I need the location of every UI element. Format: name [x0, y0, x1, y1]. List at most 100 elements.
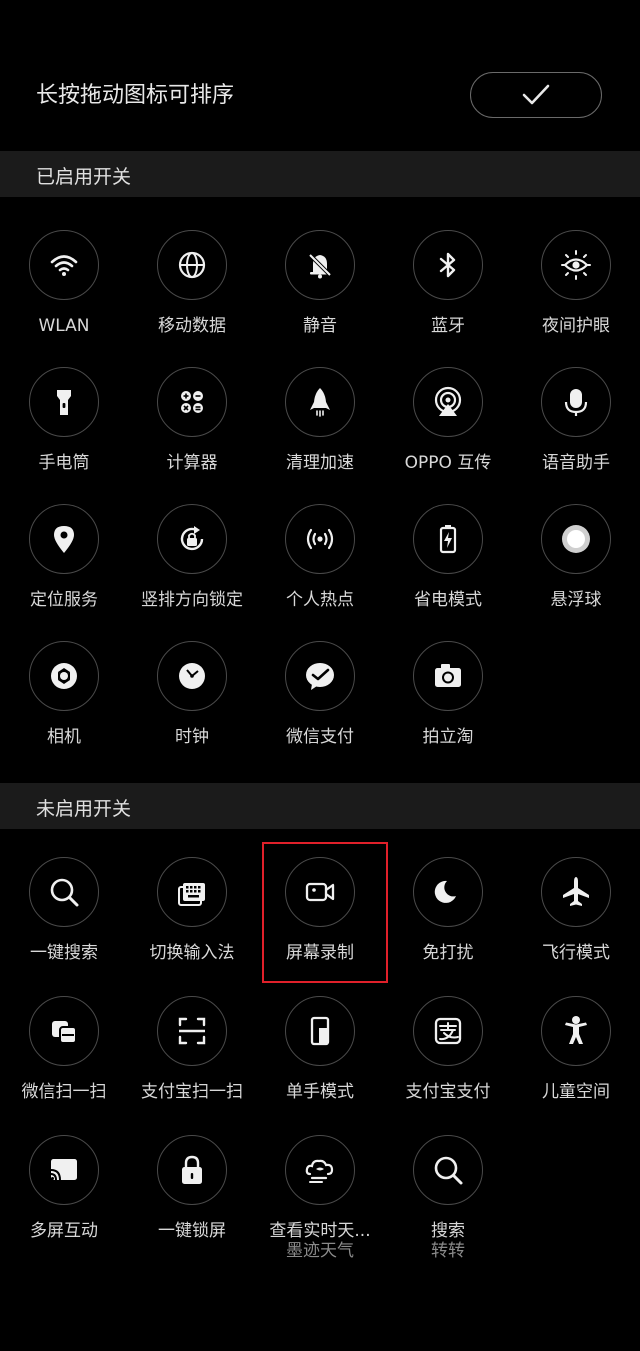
tile-label-text: 个人热点 [286, 590, 354, 610]
tile-label-text: 搜索 [431, 1221, 465, 1241]
cast-screen-icon [50, 1159, 77, 1181]
alipay-icon [434, 1017, 462, 1045]
keyboard-icon [178, 883, 205, 906]
tile-label-text: 微信支付 [286, 727, 354, 747]
tile-label: 一键锁屏 [128, 1221, 256, 1241]
tile-label-text: OPPO 互传 [404, 453, 492, 473]
tile-label: 一键搜索 [0, 943, 128, 963]
tile-label: 夜间护眼 [512, 316, 640, 336]
toggle-button[interactable] [285, 1135, 355, 1205]
tile-label-text: 夜间护眼 [542, 316, 610, 336]
toggle-button[interactable] [541, 367, 611, 437]
child-icon [565, 1016, 587, 1044]
tile-label-text: 手电筒 [38, 453, 90, 473]
toggle-button[interactable] [541, 996, 611, 1066]
toggle-button[interactable] [285, 504, 355, 574]
enabled-section-label: 已启用开关 [36, 166, 132, 188]
enabled-section-header: 已启用开关 [0, 151, 640, 197]
tile-label: 清理加速 [256, 453, 384, 473]
tile-sublabel: 转转 [431, 1241, 465, 1261]
hotspot-icon [306, 528, 334, 550]
toggle-button[interactable] [157, 367, 227, 437]
tile-label: 移动数据 [128, 316, 256, 336]
toggle-button[interactable] [541, 504, 611, 574]
location-pin-icon [54, 526, 74, 553]
toggle-button[interactable] [541, 230, 611, 300]
tile-label: OPPO 互传 [384, 453, 512, 473]
toggle-button[interactable] [413, 641, 483, 711]
tile-label: 竖排方向锁定 [128, 590, 256, 610]
tile-label: 时钟 [128, 727, 256, 747]
microphone-icon [564, 389, 588, 416]
wechat-scan-icon [52, 1021, 77, 1044]
calculator-icon [181, 391, 203, 413]
camera-icon [435, 664, 461, 687]
tile-label: 儿童空间 [512, 1082, 640, 1102]
top-bar: 长按拖动图标可排序 [0, 0, 640, 150]
bluetooth-icon [439, 252, 456, 278]
scan-frame-icon [178, 1017, 206, 1045]
floating-ball-icon [562, 525, 590, 553]
toggle-button[interactable] [29, 367, 99, 437]
tile-label-text: 竖排方向锁定 [141, 590, 243, 610]
search-icon [434, 1156, 463, 1185]
toggle-button[interactable] [157, 504, 227, 574]
toggle-button[interactable] [413, 996, 483, 1066]
mute-bell-icon [307, 252, 333, 279]
toggle-button[interactable] [29, 641, 99, 711]
toggle-button[interactable] [157, 996, 227, 1066]
toggle-button[interactable] [285, 996, 355, 1066]
tile-label: 蓝牙 [384, 316, 512, 336]
toggle-button[interactable] [29, 504, 99, 574]
tile-label: 定位服务 [0, 590, 128, 610]
tile-label-text: 切换输入法 [149, 943, 235, 963]
tile-label-text: 蓝牙 [431, 316, 465, 336]
tile-label-text: 一键锁屏 [158, 1221, 226, 1241]
tile-label-text: 定位服务 [30, 590, 98, 610]
toggle-button[interactable] [157, 230, 227, 300]
toggle-button[interactable] [413, 857, 483, 927]
toggle-button[interactable] [157, 857, 227, 927]
globe-icon [178, 251, 206, 279]
wechat-pay-icon [306, 663, 334, 690]
tile-label-text: 微信扫一扫 [21, 1082, 107, 1102]
tile-label: 拍立淘 [384, 727, 512, 747]
tile-label: 单手模式 [256, 1082, 384, 1102]
toggle-button[interactable] [29, 230, 99, 300]
toggle-button[interactable] [285, 367, 355, 437]
toggle-button[interactable] [157, 641, 227, 711]
weather-cloud-icon [305, 1159, 334, 1183]
page-title: 长按拖动图标可排序 [36, 83, 235, 108]
toggle-button[interactable] [413, 367, 483, 437]
tile-label: 多屏互动 [0, 1221, 128, 1241]
tile-label-text: 儿童空间 [542, 1082, 610, 1102]
toggle-button[interactable] [541, 857, 611, 927]
tile-label: 切换输入法 [128, 943, 256, 963]
tile-label-text: WLAN [38, 316, 90, 336]
rocket-icon [310, 388, 330, 417]
tile-label-text: 悬浮球 [550, 590, 602, 610]
tile-label: 个人热点 [256, 590, 384, 610]
toggle-button[interactable] [29, 1135, 99, 1205]
tile-label: 搜索 转转 [384, 1221, 512, 1261]
toggle-button[interactable] [157, 1135, 227, 1205]
tile-label-text: 支付宝扫一扫 [141, 1082, 243, 1102]
toggle-button[interactable] [285, 641, 355, 711]
toggle-button[interactable] [29, 857, 99, 927]
tile-label: 静音 [256, 316, 384, 336]
toggle-button[interactable] [285, 230, 355, 300]
tile-label: 微信支付 [256, 727, 384, 747]
toggle-button[interactable] [29, 996, 99, 1066]
confirm-button[interactable] [470, 72, 602, 118]
toggle-button[interactable] [413, 504, 483, 574]
share-signal-icon [434, 386, 462, 416]
tile-label: 语音助手 [512, 453, 640, 473]
tile-label: 免打扰 [384, 943, 512, 963]
tile-label-text: 飞行模式 [542, 943, 610, 963]
eye-sun-icon [561, 250, 591, 280]
tile-label-text: 支付宝支付 [405, 1082, 491, 1102]
toggle-button[interactable] [413, 230, 483, 300]
tile-label-text: 多屏互动 [30, 1221, 98, 1241]
toggle-button[interactable] [413, 1135, 483, 1205]
aperture-icon [51, 663, 77, 689]
